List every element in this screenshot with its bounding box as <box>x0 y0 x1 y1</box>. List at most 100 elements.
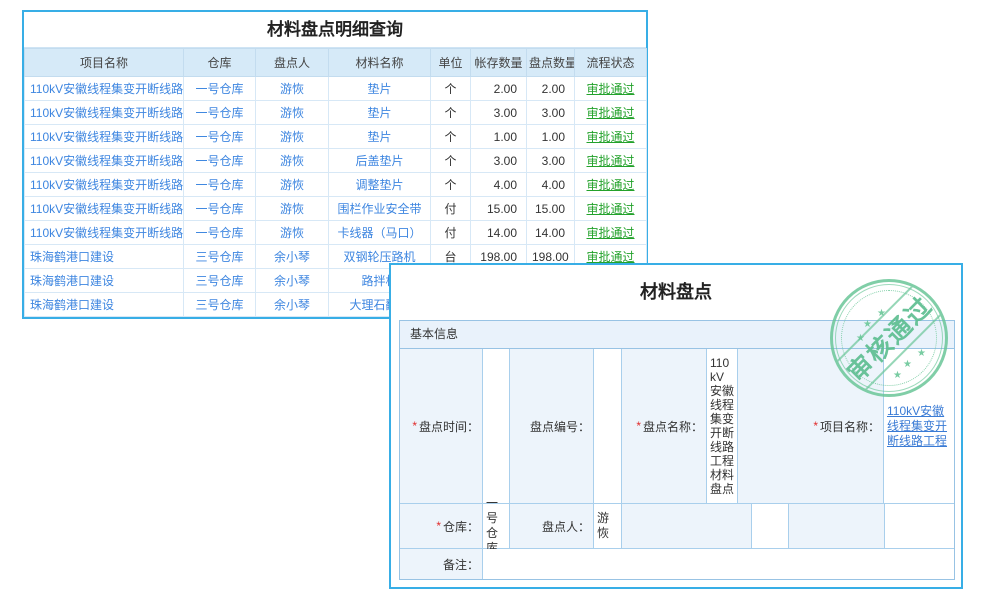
material-cell: 垫片 <box>329 77 431 101</box>
table-row: 110kV安徽线程集变开断线路工程一号仓库游恢围栏作业安全带付15.0015.0… <box>25 197 647 221</box>
person-cell: 游恢 <box>256 77 329 101</box>
person-cell: 余小琴 <box>256 245 329 269</box>
warehouse-cell: 三号仓库 <box>184 245 256 269</box>
warehouse-cell: 一号仓库 <box>184 173 256 197</box>
table-header-row: 项目名称仓库盘点人材料名称单位帐存数量盘点数量流程状态 <box>25 49 647 77</box>
book-qty-cell: 2.00 <box>471 77 527 101</box>
project-cell: 珠海鹤港口建设 <box>25 293 184 317</box>
status-link[interactable]: 审批通过 <box>586 106 634 120</box>
unit-cell: 个 <box>431 173 471 197</box>
table-row: 110kV安徽线程集变开断线路工程一号仓库游恢垫片个1.001.00审批通过 <box>25 125 647 149</box>
project-cell: 110kV安徽线程集变开断线路工程 <box>25 149 184 173</box>
inventory-code-field[interactable] <box>594 349 622 503</box>
column-header: 盘点人 <box>256 49 329 77</box>
status-link[interactable]: 审批通过 <box>586 202 634 216</box>
status-cell: 审批通过 <box>575 149 647 173</box>
required-asterisk: * <box>412 419 417 433</box>
star-icon: ★ <box>903 360 912 370</box>
column-header: 材料名称 <box>329 49 431 77</box>
project-cell: 珠海鹤港口建设 <box>25 245 184 269</box>
inventory-time-label: * 盘点时间： <box>400 349 483 503</box>
project-link[interactable]: 110kV安徽线程集变开断线路工程 <box>887 404 951 449</box>
material-cell: 卡线器（马口） <box>329 221 431 245</box>
unit-cell: 个 <box>431 149 471 173</box>
person-label: 盘点人： <box>510 504 594 548</box>
column-header: 盘点数量 <box>527 49 575 77</box>
remark-field[interactable] <box>483 549 954 579</box>
material-cell: 垫片 <box>329 101 431 125</box>
material-cell: 调整垫片 <box>329 173 431 197</box>
approval-stamp: ★ ★ ★ ★ ★ ★ 审核通过 <box>830 279 948 397</box>
warehouse-cell: 一号仓库 <box>184 125 256 149</box>
unit-cell: 个 <box>431 77 471 101</box>
book-qty-cell: 3.00 <box>471 149 527 173</box>
book-qty-cell: 14.00 <box>471 221 527 245</box>
status-cell: 审批通过 <box>575 173 647 197</box>
count-qty-cell: 2.00 <box>527 77 575 101</box>
column-header: 帐存数量 <box>471 49 527 77</box>
status-link[interactable]: 审批通过 <box>586 82 634 96</box>
empty-cell <box>885 504 954 548</box>
inventory-name-field[interactable]: 110kV安徽线程集变开断线路工程材料盘点 <box>707 349 738 503</box>
remark-label: 备注： <box>400 549 483 579</box>
column-header: 项目名称 <box>25 49 184 77</box>
count-qty-cell: 15.00 <box>527 197 575 221</box>
column-header: 流程状态 <box>575 49 647 77</box>
warehouse-cell: 一号仓库 <box>184 77 256 101</box>
warehouse-label: * 仓库： <box>400 504 483 548</box>
project-cell: 110kV安徽线程集变开断线路工程 <box>25 173 184 197</box>
project-cell: 110kV安徽线程集变开断线路工程 <box>25 197 184 221</box>
warehouse-field[interactable]: 一号仓库 <box>483 504 510 548</box>
inventory-time-field[interactable] <box>483 349 510 503</box>
status-link[interactable]: 审批通过 <box>586 154 634 168</box>
required-asterisk: * <box>436 519 441 533</box>
status-cell: 审批通过 <box>575 77 647 101</box>
table-row: 110kV安徽线程集变开断线路工程一号仓库游恢调整垫片个4.004.00审批通过 <box>25 173 647 197</box>
book-qty-cell: 1.00 <box>471 125 527 149</box>
book-qty-cell: 15.00 <box>471 197 527 221</box>
person-cell: 游恢 <box>256 149 329 173</box>
form-row: * 仓库： 一号仓库 盘点人： 游恢 <box>400 504 954 549</box>
unit-cell: 付 <box>431 197 471 221</box>
unit-cell: 个 <box>431 125 471 149</box>
person-cell: 游恢 <box>256 101 329 125</box>
material-cell: 围栏作业安全带 <box>329 197 431 221</box>
star-icon: ★ <box>893 371 902 381</box>
status-link[interactable]: 审批通过 <box>586 130 634 144</box>
query-title: 材料盘点明细查询 <box>24 12 646 48</box>
warehouse-cell: 一号仓库 <box>184 101 256 125</box>
status-link[interactable]: 审批通过 <box>586 226 634 240</box>
person-cell: 余小琴 <box>256 293 329 317</box>
count-qty-cell: 14.00 <box>527 221 575 245</box>
person-cell: 余小琴 <box>256 269 329 293</box>
project-cell: 110kV安徽线程集变开断线路工程 <box>25 221 184 245</box>
book-qty-cell: 4.00 <box>471 173 527 197</box>
project-cell: 110kV安徽线程集变开断线路工程 <box>25 77 184 101</box>
count-qty-cell: 3.00 <box>527 149 575 173</box>
status-link[interactable]: 审批通过 <box>586 178 634 192</box>
project-cell: 110kV安徽线程集变开断线路工程 <box>25 125 184 149</box>
count-qty-cell: 4.00 <box>527 173 575 197</box>
person-cell: 游恢 <box>256 173 329 197</box>
status-cell: 审批通过 <box>575 221 647 245</box>
empty-cell <box>789 504 885 548</box>
unit-cell: 付 <box>431 221 471 245</box>
book-qty-cell: 3.00 <box>471 101 527 125</box>
project-cell: 珠海鹤港口建设 <box>25 269 184 293</box>
count-qty-cell: 1.00 <box>527 125 575 149</box>
column-header: 仓库 <box>184 49 256 77</box>
column-header: 单位 <box>431 49 471 77</box>
warehouse-cell: 三号仓库 <box>184 269 256 293</box>
warehouse-cell: 一号仓库 <box>184 221 256 245</box>
person-cell: 游恢 <box>256 197 329 221</box>
person-field[interactable]: 游恢 <box>594 504 622 548</box>
project-cell: 110kV安徽线程集变开断线路工程 <box>25 101 184 125</box>
unit-cell: 个 <box>431 101 471 125</box>
inventory-name-label: * 盘点名称： <box>622 349 707 503</box>
count-qty-cell: 3.00 <box>527 101 575 125</box>
warehouse-cell: 一号仓库 <box>184 149 256 173</box>
material-cell: 后盖垫片 <box>329 149 431 173</box>
empty-cell <box>752 504 789 548</box>
status-link[interactable]: 审批通过 <box>586 250 634 264</box>
status-cell: 审批通过 <box>575 197 647 221</box>
